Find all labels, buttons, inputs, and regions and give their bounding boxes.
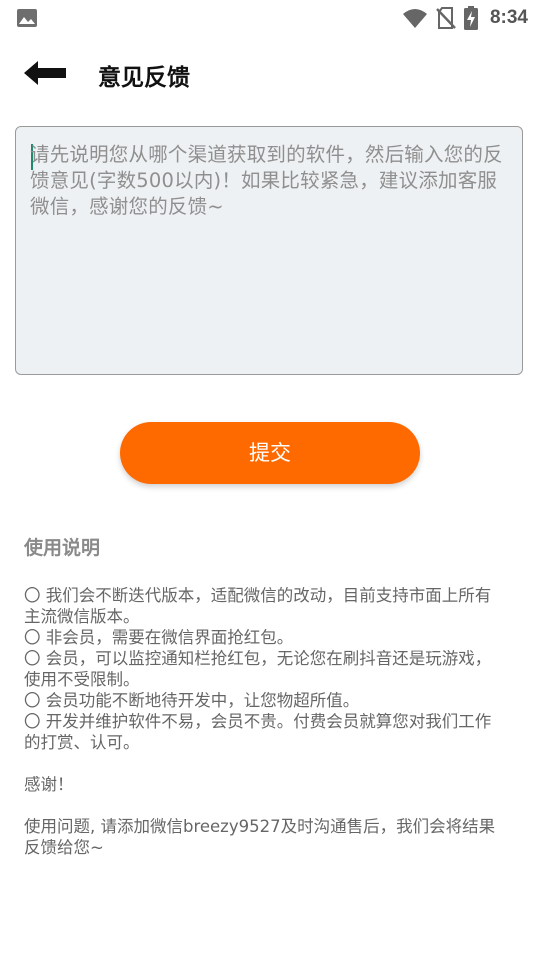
back-arrow-icon[interactable] xyxy=(22,56,68,90)
instructions-title: 使用说明 xyxy=(24,537,101,559)
no-sim-icon xyxy=(436,7,456,29)
status-icons: 8:34 xyxy=(402,6,528,30)
contact-text: 使用问题, 请添加微信breezy9527及时沟通售后，我们会将结果反馈给您~ xyxy=(24,817,496,857)
page-title: 意见反馈 xyxy=(98,65,190,91)
instruction-item: 〇 我们会不断迭代版本，适配微信的改动，目前支持市面上所有主流微信版本。 xyxy=(24,586,492,626)
header: 意见反馈 xyxy=(0,36,540,112)
feedback-textarea[interactable]: 请先说明您从哪个渠道获取到的软件，然后输入您的反馈意见(字数500以内)！如果比… xyxy=(15,126,523,375)
instruction-item: 〇 会员功能不断地待开发中，让您物超所值。 xyxy=(24,691,360,710)
submit-button[interactable]: 提交 xyxy=(120,422,420,484)
status-bar: 8:34 xyxy=(0,0,540,36)
image-icon xyxy=(17,9,37,27)
status-time: 8:34 xyxy=(489,7,528,28)
battery-charging-icon xyxy=(463,6,478,30)
feedback-placeholder: 请先说明您从哪个渠道获取到的软件，然后输入您的反馈意见(字数500以内)！如果比… xyxy=(30,143,503,218)
instruction-item: 〇 非会员，需要在微信界面抢红包。 xyxy=(24,628,294,647)
wifi-icon xyxy=(402,9,427,28)
thanks-text: 感谢！ xyxy=(24,775,74,794)
instruction-item: 〇 会员，可以监控通知栏抢红包，无论您在刷抖音还是玩游戏，使用不受限制。 xyxy=(24,649,492,689)
instructions-body: 〇 我们会不断迭代版本，适配微信的改动，目前支持市面上所有主流微信版本。 〇 非… xyxy=(24,585,504,858)
instruction-item: 〇 开发并维护软件不易，会员不贵。付费会员就算您对我们工作的打赏、认可。 xyxy=(24,712,492,752)
